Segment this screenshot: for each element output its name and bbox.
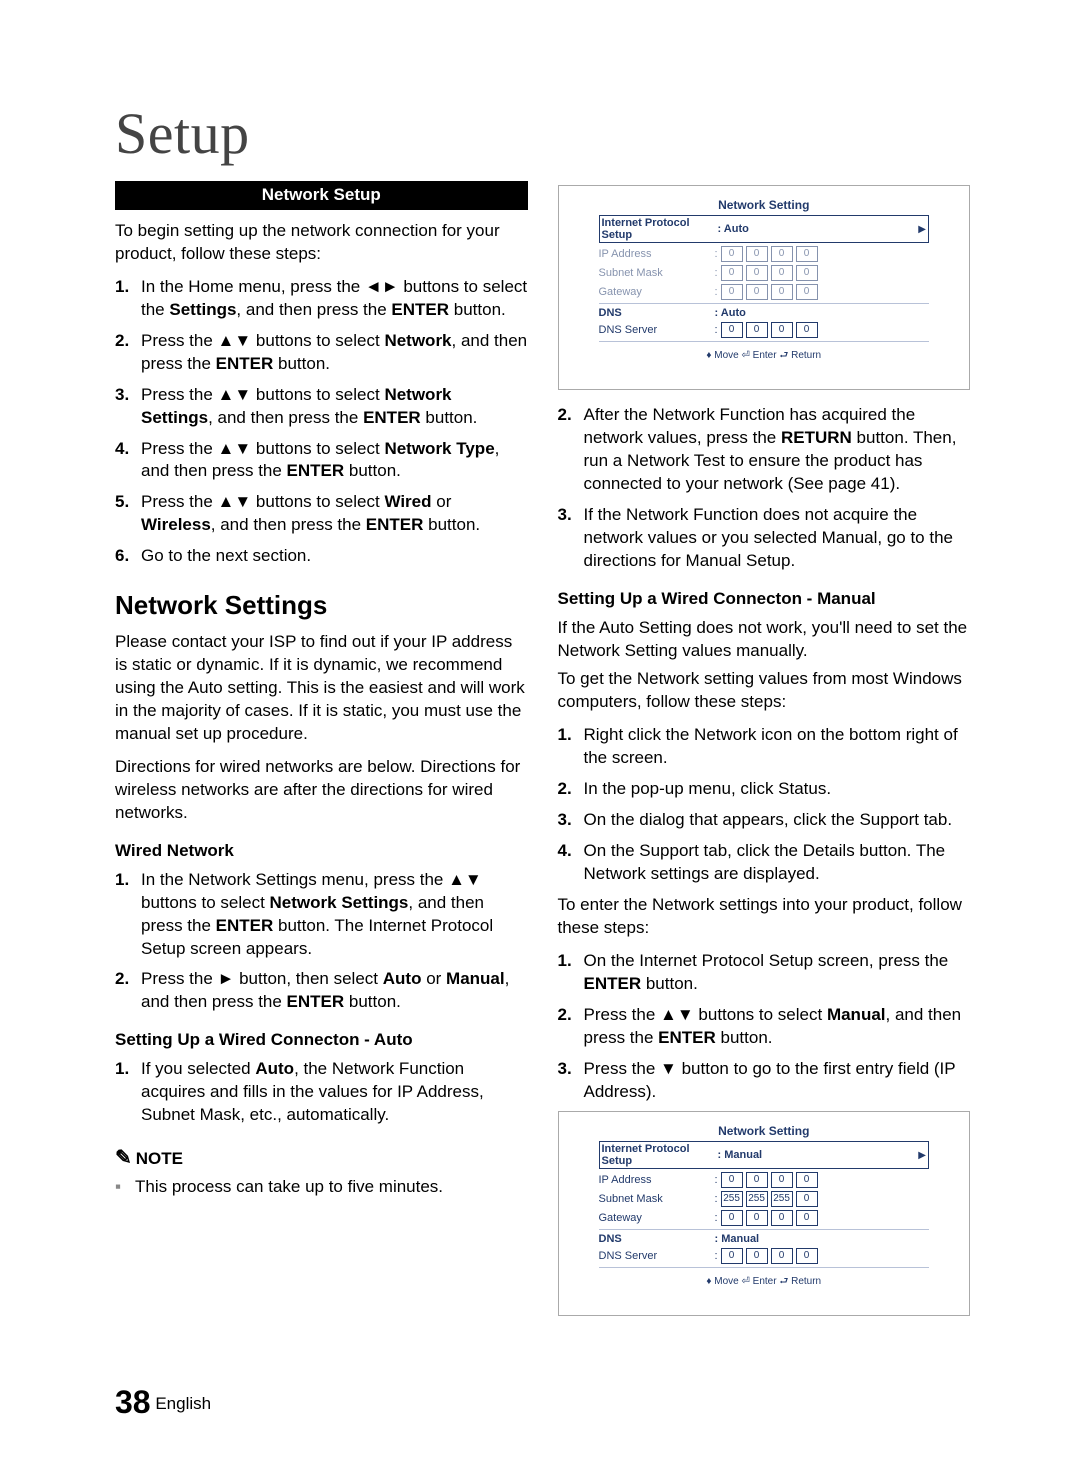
section-bar: Network Setup — [115, 181, 528, 210]
ip-octet: 0 — [796, 1172, 818, 1188]
ip-octet: 0 — [771, 1172, 793, 1188]
manual-intro-2: To get the Network setting values from m… — [558, 668, 971, 714]
ip-octet: 0 — [746, 322, 768, 338]
list-item: 3.Press the ▲▼ buttons to select Network… — [115, 384, 528, 430]
right-steps-1: 2.After the Network Function has acquire… — [558, 404, 971, 573]
list-item: 1.Right click the Network icon on the bo… — [558, 724, 971, 770]
ip-octet: 0 — [721, 1248, 743, 1264]
chevron-right-icon: ▶ — [918, 224, 926, 235]
list-item: 2.After the Network Function has acquire… — [558, 404, 971, 496]
list-item: 3.On the dialog that appears, click the … — [558, 809, 971, 832]
ip-octet: 0 — [796, 246, 818, 262]
ip-octet: 0 — [796, 1210, 818, 1226]
list-item: 2.Press the ▲▼ buttons to select Manual,… — [558, 1004, 971, 1050]
note-icon: ✎ — [115, 1147, 132, 1169]
osd-footer: ♦ Move ⏎ Enter ⮐ Return — [599, 1274, 930, 1291]
manual-steps-1: 1.Right click the Network icon on the bo… — [558, 724, 971, 886]
osd-value-row: Subnet Mask:0000 — [599, 265, 930, 281]
osd-dns-server-row: DNS Server :0000 — [599, 1248, 930, 1264]
osd-value-row: Gateway:0000 — [599, 284, 930, 300]
osd-dns-row: DNS : Manual — [599, 1233, 930, 1245]
ip-octet: 0 — [746, 1210, 768, 1226]
ns-para-2: Directions for wired networks are below.… — [115, 756, 528, 825]
osd-ip-setup-row: Internet Protocol Setup : Auto ▶ — [599, 215, 930, 243]
osd-dns-server-row: DNS Server :0000 — [599, 322, 930, 338]
list-item: 4.On the Support tab, click the Details … — [558, 840, 971, 886]
list-item: 1.On the Internet Protocol Setup screen,… — [558, 950, 971, 996]
list-item: 1.In the Network Settings menu, press th… — [115, 869, 528, 961]
auto-steps: 1.If you selected Auto, the Network Func… — [115, 1058, 528, 1127]
osd-value-row: IP Address:0000 — [599, 246, 930, 262]
ip-octet: 0 — [796, 322, 818, 338]
list-item: 1.In the Home menu, press the ◄► buttons… — [115, 276, 528, 322]
chevron-right-icon: ▶ — [918, 1150, 926, 1161]
left-column: Network Setup To begin setting up the ne… — [115, 181, 528, 1330]
ip-octet: 0 — [796, 1191, 818, 1207]
osd-dns-row: DNS : Auto — [599, 307, 930, 319]
page-title: Setup — [115, 100, 970, 167]
ip-octet: 0 — [771, 246, 793, 262]
manual-intro-3: To enter the Network settings into your … — [558, 894, 971, 940]
network-settings-heading: Network Settings — [115, 590, 528, 621]
ip-octet: 0 — [796, 265, 818, 281]
ip-octet: 255 — [746, 1191, 768, 1207]
page-footer: 38 English — [115, 1384, 211, 1421]
osd-value-row: IP Address:0000 — [599, 1172, 930, 1188]
ip-octet: 255 — [771, 1191, 793, 1207]
ip-octet: 0 — [721, 1210, 743, 1226]
note-label: ✎NOTE — [115, 1145, 528, 1170]
ip-octet: 0 — [771, 1210, 793, 1226]
list-item: 2.Press the ► button, then select Auto o… — [115, 968, 528, 1014]
list-item: 2.In the pop-up menu, click Status. — [558, 778, 971, 801]
manual-steps-2: 1.On the Internet Protocol Setup screen,… — [558, 950, 971, 1104]
list-item: 4.Press the ▲▼ buttons to select Network… — [115, 438, 528, 484]
ip-octet: 0 — [721, 265, 743, 281]
osd-ip-setup-row: Internet Protocol Setup : Manual ▶ — [599, 1141, 930, 1169]
ip-octet: 0 — [771, 265, 793, 281]
page-lang: English — [155, 1394, 211, 1413]
osd-footer: ♦ Move ⏎ Enter ⮐ Return — [599, 348, 930, 365]
list-item: 6.Go to the next section. — [115, 545, 528, 568]
intro-steps: 1.In the Home menu, press the ◄► buttons… — [115, 276, 528, 568]
osd-ip-rows: IP Address:0000 Subnet Mask:0000 Gateway:0… — [599, 246, 930, 300]
note-list: This process can take up to five minutes… — [115, 1176, 528, 1199]
ip-octet: 0 — [746, 1248, 768, 1264]
ip-octet: 0 — [746, 265, 768, 281]
right-column: Network Setting Internet Protocol Setup … — [558, 181, 971, 1330]
osd-title: Network Setting — [599, 198, 930, 212]
list-item: 3.If the Network Function does not acqui… — [558, 504, 971, 573]
auto-heading: Setting Up a Wired Connecton - Auto — [115, 1030, 528, 1050]
wired-network-heading: Wired Network — [115, 841, 528, 861]
ip-octet: 0 — [721, 246, 743, 262]
list-item: 2.Press the ▲▼ buttons to select Network… — [115, 330, 528, 376]
ip-octet: 0 — [746, 246, 768, 262]
osd-value-row: Gateway:0000 — [599, 1210, 930, 1226]
manual-intro-1: If the Auto Setting does not work, you'l… — [558, 617, 971, 663]
ip-octet: 0 — [796, 1248, 818, 1264]
osd-screenshot-manual: Network Setting Internet Protocol Setup … — [558, 1111, 971, 1316]
page-number: 38 — [115, 1384, 151, 1420]
list-item: 5.Press the ▲▼ buttons to select Wired o… — [115, 491, 528, 537]
ns-para-1: Please contact your ISP to find out if y… — [115, 631, 528, 746]
list-item: 1.If you selected Auto, the Network Func… — [115, 1058, 528, 1127]
ip-octet: 0 — [721, 284, 743, 300]
osd-screenshot-auto: Network Setting Internet Protocol Setup … — [558, 185, 971, 390]
ip-octet: 0 — [771, 1248, 793, 1264]
osd-title: Network Setting — [599, 1124, 930, 1138]
ip-octet: 255 — [721, 1191, 743, 1207]
list-item: 3.Press the ▼ button to go to the first … — [558, 1058, 971, 1104]
ip-octet: 0 — [721, 322, 743, 338]
intro-text: To begin setting up the network connecti… — [115, 220, 528, 266]
ip-octet: 0 — [746, 1172, 768, 1188]
manual-heading: Setting Up a Wired Connecton - Manual — [558, 589, 971, 609]
ip-octet: 0 — [796, 284, 818, 300]
ip-octet: 0 — [746, 284, 768, 300]
ip-octet: 0 — [771, 284, 793, 300]
ip-octet: 0 — [721, 1172, 743, 1188]
ip-octet: 0 — [771, 322, 793, 338]
osd-ip-rows: IP Address:0000 Subnet Mask:2552552550 Gat… — [599, 1172, 930, 1226]
osd-value-row: Subnet Mask:2552552550 — [599, 1191, 930, 1207]
note-item: This process can take up to five minutes… — [115, 1176, 528, 1199]
wired-steps: 1.In the Network Settings menu, press th… — [115, 869, 528, 1015]
